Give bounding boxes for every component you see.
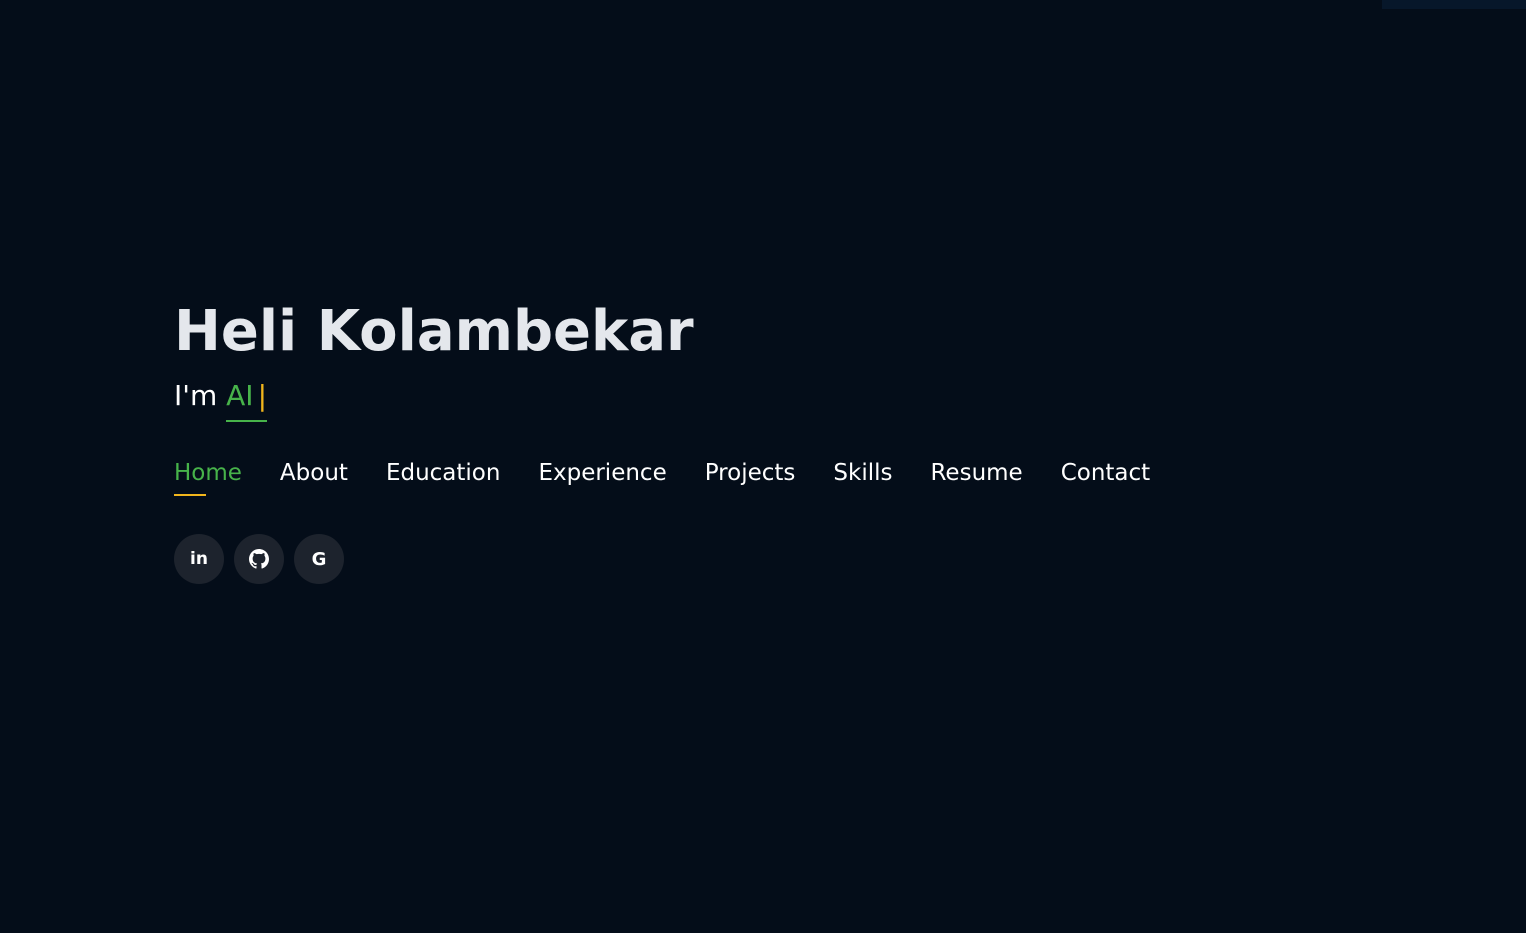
typed-role: AI | (226, 378, 267, 422)
linkedin-button[interactable]: in (174, 534, 224, 584)
github-icon (249, 549, 269, 569)
nav-item-home[interactable]: Home (174, 458, 242, 496)
github-button[interactable] (234, 534, 284, 584)
google-button[interactable]: G (294, 534, 344, 584)
hero-section: Heli Kolambekar I'm AI | Home About Educa… (174, 296, 1188, 584)
tagline-prefix: I'm (174, 379, 227, 412)
typed-role-text: AI (226, 379, 254, 412)
nav-item-experience[interactable]: Experience (538, 458, 666, 488)
main-nav: Home About Education Experience Projects… (174, 458, 1188, 496)
nav-item-skills[interactable]: Skills (833, 458, 892, 488)
hero-tagline: I'm AI | (174, 378, 1188, 422)
nav-item-about[interactable]: About (280, 458, 348, 488)
linkedin-icon: in (190, 549, 208, 569)
page: Heli Kolambekar I'm AI | Home About Educa… (0, 0, 1526, 933)
nav-item-contact[interactable]: Contact (1061, 458, 1150, 488)
social-links: in G (174, 534, 1188, 584)
corner-tab (1382, 0, 1526, 9)
nav-item-projects[interactable]: Projects (705, 458, 796, 488)
hero-name: Heli Kolambekar (174, 299, 694, 364)
nav-item-resume[interactable]: Resume (930, 458, 1022, 488)
typing-cursor: | (257, 379, 267, 412)
google-icon: G (311, 548, 327, 570)
nav-item-education[interactable]: Education (386, 458, 501, 488)
